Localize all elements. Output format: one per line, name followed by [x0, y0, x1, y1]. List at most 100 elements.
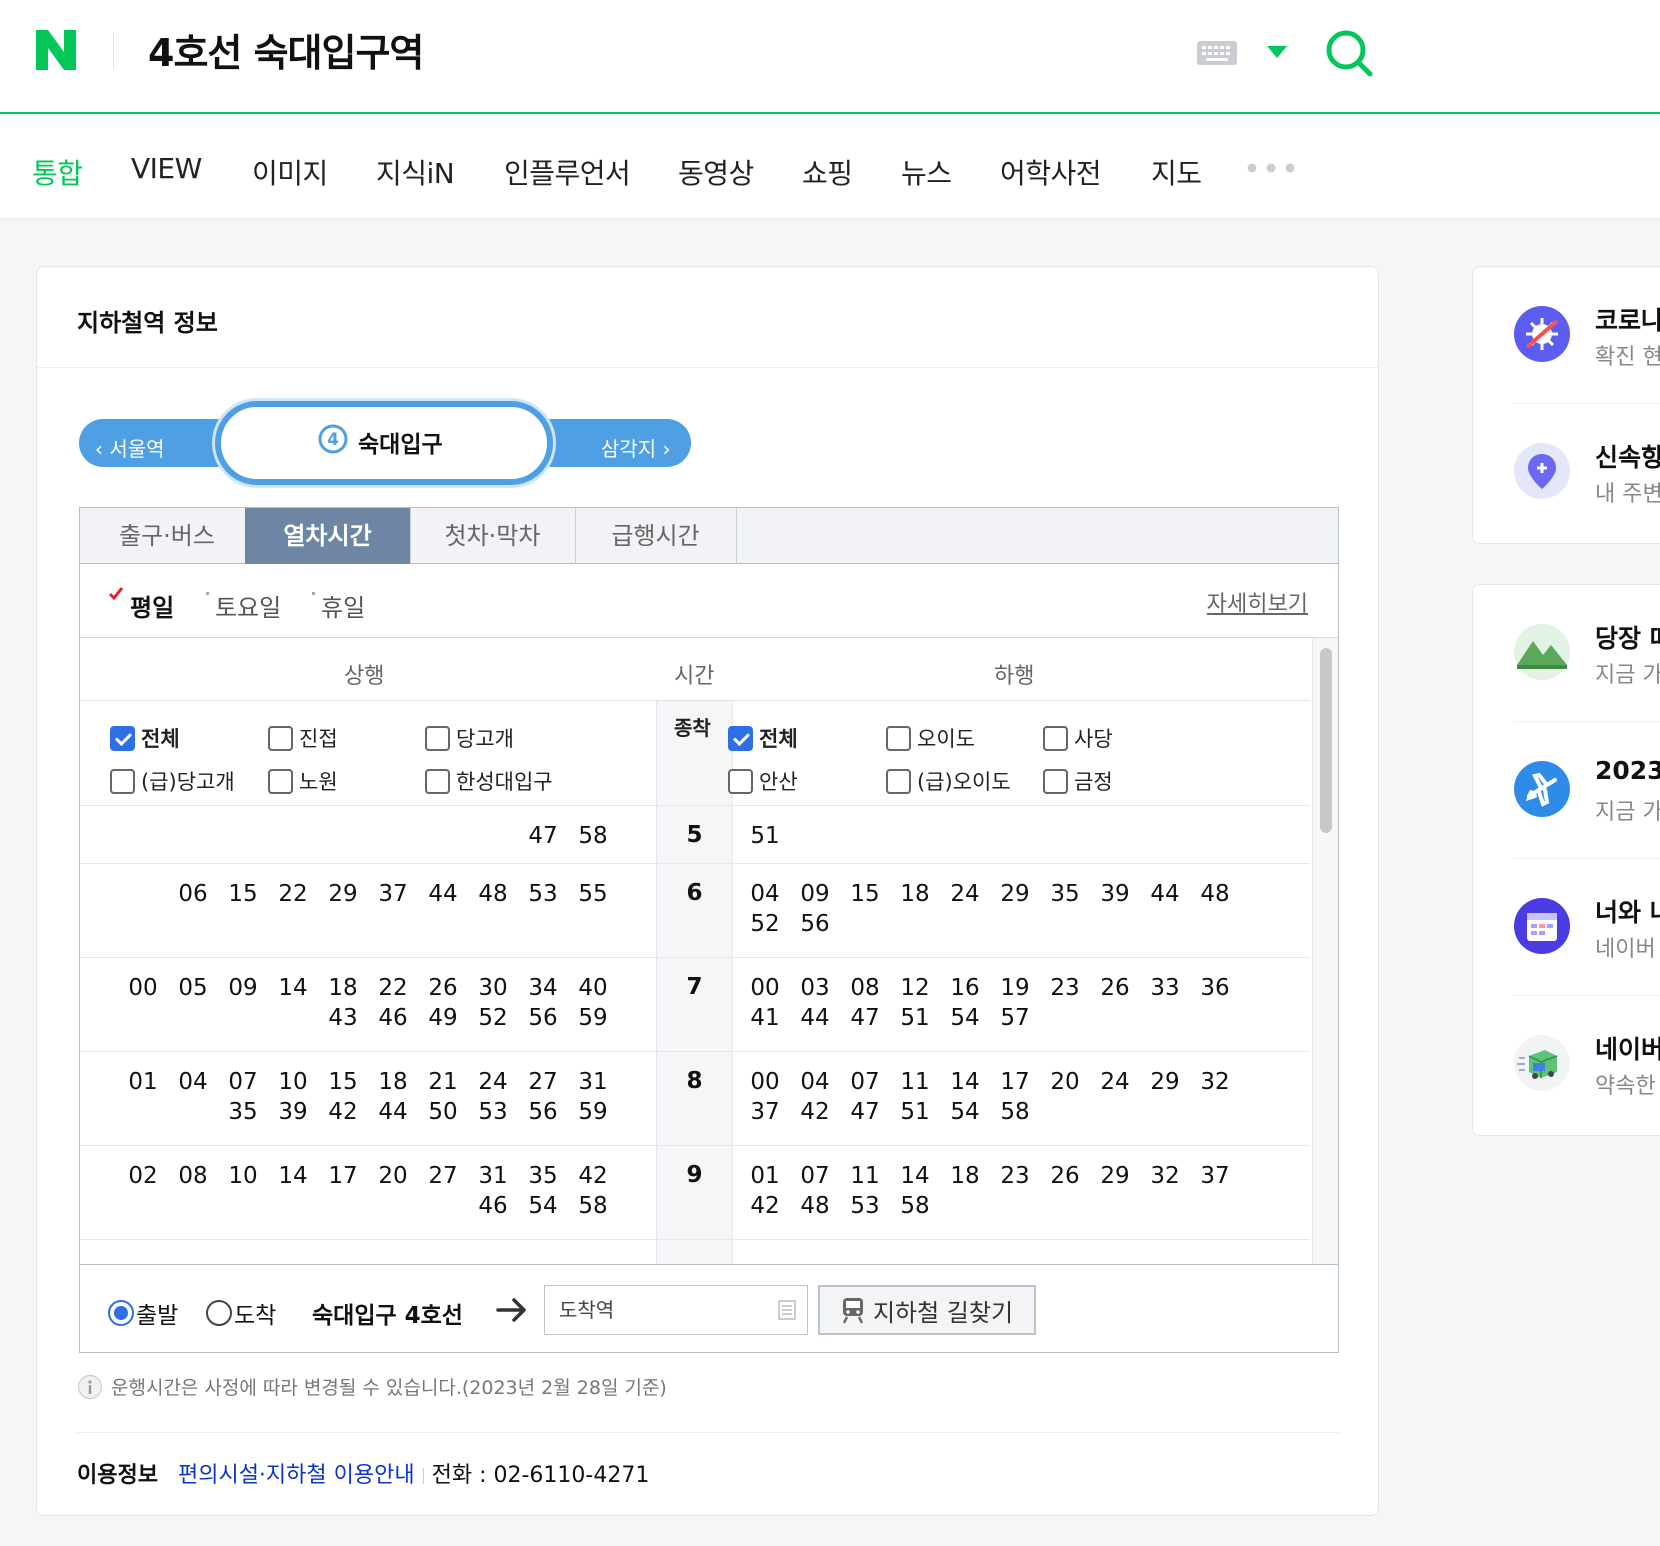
down-filter-oido[interactable]: 오이도: [886, 723, 975, 753]
checkbox-icon: [728, 768, 753, 794]
minute-value: 00: [750, 975, 780, 1001]
minute-value: 50: [428, 1099, 458, 1125]
down-filter-ansan[interactable]: 안산: [728, 766, 798, 796]
down-filter-geumjeong[interactable]: 금정: [1043, 766, 1113, 796]
naver-logo[interactable]: [32, 26, 80, 74]
minute-value: 48: [800, 1193, 830, 1219]
side-item[interactable]: 신속항 내 주변: [1473, 404, 1660, 541]
minute-value: 07: [850, 1069, 880, 1095]
minute-value: 32: [1200, 1069, 1230, 1095]
keyboard-icon[interactable]: [1196, 40, 1238, 66]
minute-line: 52 56: [740, 909, 1240, 939]
minute-value: 21: [428, 1069, 458, 1095]
depart-label: 출발: [136, 1303, 179, 1329]
search-icon[interactable]: [1324, 28, 1374, 78]
tab-video[interactable]: 동영상: [678, 152, 754, 192]
minute-value: 55: [578, 881, 608, 907]
detail-link[interactable]: 자세히보기: [1207, 586, 1308, 618]
destination-input[interactable]: [544, 1285, 808, 1335]
radio-icon: [206, 1300, 232, 1326]
up-filter-all[interactable]: 전체: [110, 723, 180, 753]
minute-value: 29: [328, 881, 358, 907]
side-item-subtitle: 확진 현: [1595, 345, 1660, 370]
minute-value: 26: [1100, 975, 1130, 1001]
search-query[interactable]: 4호선 숙대입구역: [148, 22, 424, 77]
up-header: 상행: [344, 664, 385, 689]
scrollbar[interactable]: [1312, 638, 1338, 1303]
down-filter-all[interactable]: 전체: [728, 723, 798, 753]
side-item-subtitle: 네이버: [1595, 937, 1656, 962]
station-list-icon[interactable]: [777, 1300, 797, 1320]
tab-view[interactable]: VIEW: [131, 152, 202, 185]
side-item[interactable]: 2023 지금 가: [1473, 722, 1660, 859]
side-item[interactable]: 코로나 확진 현: [1473, 267, 1660, 404]
down-filter-express-oido[interactable]: (급)오이도: [886, 766, 1011, 796]
checkbox-icon: [268, 725, 293, 751]
more-icon[interactable]: [1246, 162, 1296, 174]
usage-info: 이용정보 편의시설·지하철 이용안내 전화 : 02-6110-4271: [77, 1457, 649, 1489]
tab-shopping[interactable]: 쇼핑: [802, 152, 853, 192]
minute-value: 37: [750, 1099, 780, 1125]
scrollbar-thumb[interactable]: [1320, 648, 1332, 833]
minute-value: 42: [578, 1163, 608, 1189]
prev-station-button[interactable]: ‹ 서울역: [95, 433, 165, 462]
tab-kin[interactable]: 지식iN: [376, 152, 455, 192]
caret-down-icon[interactable]: [1267, 46, 1287, 58]
up-filter-nowon[interactable]: 노원: [268, 766, 338, 796]
minute-value: 46: [478, 1193, 508, 1219]
subway-station-card: 지하철역 정보 ‹ 서울역 삼각지 › 4 숙대입구 출구·버스 열차시간 첫차…: [36, 266, 1379, 1516]
filter-label: 진접: [299, 727, 338, 751]
side-item[interactable]: 네이버 약속한: [1473, 996, 1660, 1133]
tab-image[interactable]: 이미지: [252, 152, 328, 192]
mountain-icon: [1514, 624, 1570, 680]
up-filter-danggogae[interactable]: 당고개: [425, 723, 514, 753]
subway-route-button[interactable]: 지하철 길찾기: [818, 1285, 1036, 1335]
tab-influencer[interactable]: 인플루언서: [504, 152, 631, 192]
up-filter-jinjeop[interactable]: 진접: [268, 723, 338, 753]
info-tabs: 출구·버스 열차시간 첫차·막차 급행시간: [80, 508, 1338, 564]
minute-value: 44: [428, 881, 458, 907]
tab-news[interactable]: 뉴스: [901, 152, 952, 192]
filter-label: 당고개: [456, 727, 514, 751]
tab-express[interactable]: 급행시간: [575, 508, 737, 564]
tab-exit-bus[interactable]: 출구·버스: [80, 508, 255, 564]
tab-dictionary[interactable]: 어학사전: [1000, 152, 1102, 192]
arrive-radio[interactable]: 도착: [206, 1296, 276, 1330]
minute-value: 53: [850, 1193, 880, 1219]
minute-value: 17: [1000, 1069, 1030, 1095]
up-filter-hansung[interactable]: 한성대입구: [425, 766, 553, 796]
day-saturday[interactable]: 토요일: [206, 588, 281, 623]
checkbox-icon: [886, 768, 911, 794]
tab-all[interactable]: 통합: [32, 152, 83, 192]
minute-value: 14: [900, 1163, 930, 1189]
tab-train-time[interactable]: 열차시간: [245, 508, 411, 564]
hour-label: 5: [686, 822, 703, 848]
depart-radio[interactable]: 출발: [108, 1296, 178, 1330]
tab-map[interactable]: 지도: [1151, 152, 1202, 192]
side-item-title: 당장 떠: [1595, 624, 1660, 653]
minute-value: 26: [428, 975, 458, 1001]
minute-line: 41 44 47 51 54 57: [740, 1003, 1240, 1033]
minute-value: 09: [800, 881, 830, 907]
hour-label: 7: [686, 974, 703, 1000]
minute-value: 37: [1200, 1163, 1230, 1189]
side-item-subtitle: 내 주변: [1595, 482, 1660, 507]
up-filter-express-danggogae[interactable]: (급)당고개: [110, 766, 235, 796]
minute-value: 18: [378, 1069, 408, 1095]
day-weekday[interactable]: 평일: [130, 588, 174, 623]
side-item-subtitle: 지금 가: [1595, 800, 1660, 825]
up-minutes: 00 05 09 14 18 22 26 30 34 40 43 46 49 52 56 59: [118, 973, 618, 1033]
down-filter-sadang[interactable]: 사당: [1043, 723, 1113, 753]
minute-value: 22: [278, 881, 308, 907]
search-header: 4호선 숙대입구역: [0, 0, 1660, 114]
minute-value: 47: [850, 1099, 880, 1125]
tab-first-last[interactable]: 첫차·막차: [410, 508, 576, 564]
timetable-row: 9 02 08 10 14 17 20 27 31 35 42 46 54 58 01 07 11 14 18 23 2…: [80, 1146, 1310, 1240]
side-item[interactable]: 너와 나 네이버: [1473, 859, 1660, 996]
minute-line: 42 48 53 58: [740, 1191, 1240, 1221]
day-holiday[interactable]: 휴일: [312, 588, 365, 623]
current-station-name: 숙대입구: [358, 432, 443, 458]
side-item[interactable]: 당장 떠 지금 가: [1473, 585, 1660, 722]
next-station-button[interactable]: 삼각지 ›: [601, 433, 671, 462]
facility-guide-link[interactable]: 편의시설·지하철 이용안내: [178, 1463, 415, 1488]
